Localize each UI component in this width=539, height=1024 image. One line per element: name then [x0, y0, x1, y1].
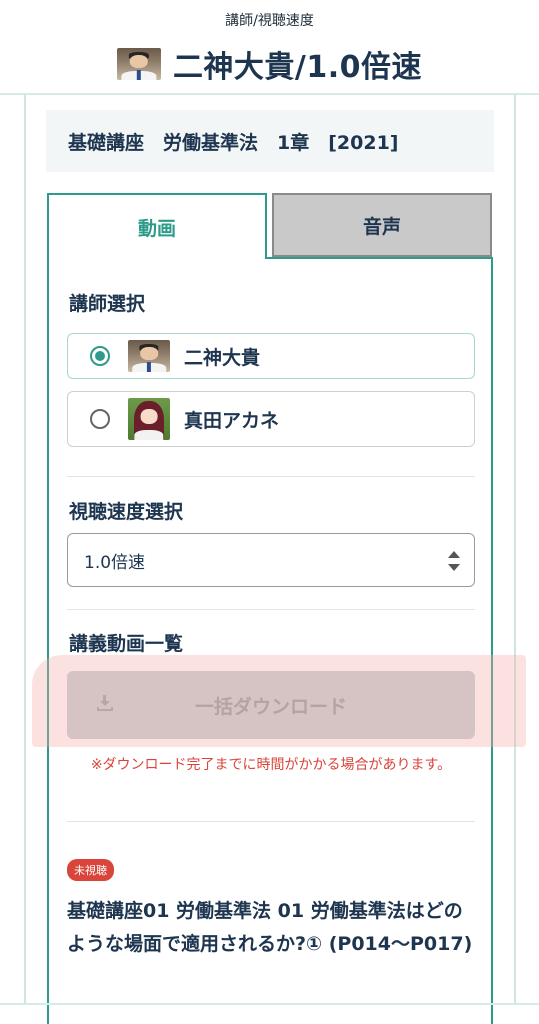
section-divider	[67, 821, 475, 822]
instructor-option-futagami[interactable]: 二神大貴	[67, 333, 475, 379]
course-label: 基礎講座 労働基準法 1章 [2021]	[46, 110, 494, 172]
page-header: 講師/視聴速度 二神大貴/1.0倍速	[0, 0, 539, 95]
speed-select-value: 1.0倍速	[84, 552, 146, 573]
page-title: 二神大貴/1.0倍速	[172, 50, 423, 85]
right-border-line	[514, 95, 516, 1005]
bulk-download-label: 一括ダウンロード	[194, 695, 347, 718]
radio-unchecked-icon[interactable]	[90, 409, 110, 429]
header-subtitle: 講師/視聴速度	[225, 13, 314, 29]
teacher-avatar-icon	[128, 340, 170, 372]
instructor-section-heading: 講師選択	[69, 293, 146, 315]
instructor-option-sanada[interactable]: 真田アカネ	[67, 391, 475, 447]
left-border-line	[24, 95, 26, 1005]
teacher-avatar-icon	[116, 48, 161, 80]
lecture-list-heading: 講義動画一覧	[69, 633, 184, 655]
speed-section-heading: 視聴速度選択	[69, 501, 184, 523]
download-note: ※ダウンロード完了までに時間がかかる場合があります。	[90, 757, 452, 773]
tab-video[interactable]: 動画	[47, 193, 267, 259]
instructor-name: 二神大貴	[184, 346, 261, 369]
download-icon	[97, 695, 113, 711]
lecture-item-title[interactable]: 基礎講座01 労働基準法 01 労働基準法はどのような場面で適用されるか?① (…	[67, 895, 477, 961]
tab-audio[interactable]: 音声	[272, 193, 492, 257]
instructor-name: 真田アカネ	[184, 409, 280, 432]
anime-girl-avatar-icon	[128, 398, 170, 440]
bulk-download-button[interactable]: 一括ダウンロード	[67, 671, 475, 739]
video-tab-panel: 講師選択 二神大貴 真田アカネ 視聴速度選択 1.0倍速 講義動画一覧 一括ダウ…	[47, 257, 493, 1024]
select-updown-icon	[448, 551, 460, 571]
section-divider	[67, 476, 475, 477]
unwatched-badge: 未視聴	[67, 859, 114, 881]
bottom-border-line	[0, 1003, 539, 1005]
header-title-row: 二神大貴/1.0倍速	[0, 42, 539, 86]
radio-checked-icon[interactable]	[90, 346, 110, 366]
speed-select[interactable]: 1.0倍速	[67, 533, 475, 587]
section-divider	[67, 609, 475, 610]
